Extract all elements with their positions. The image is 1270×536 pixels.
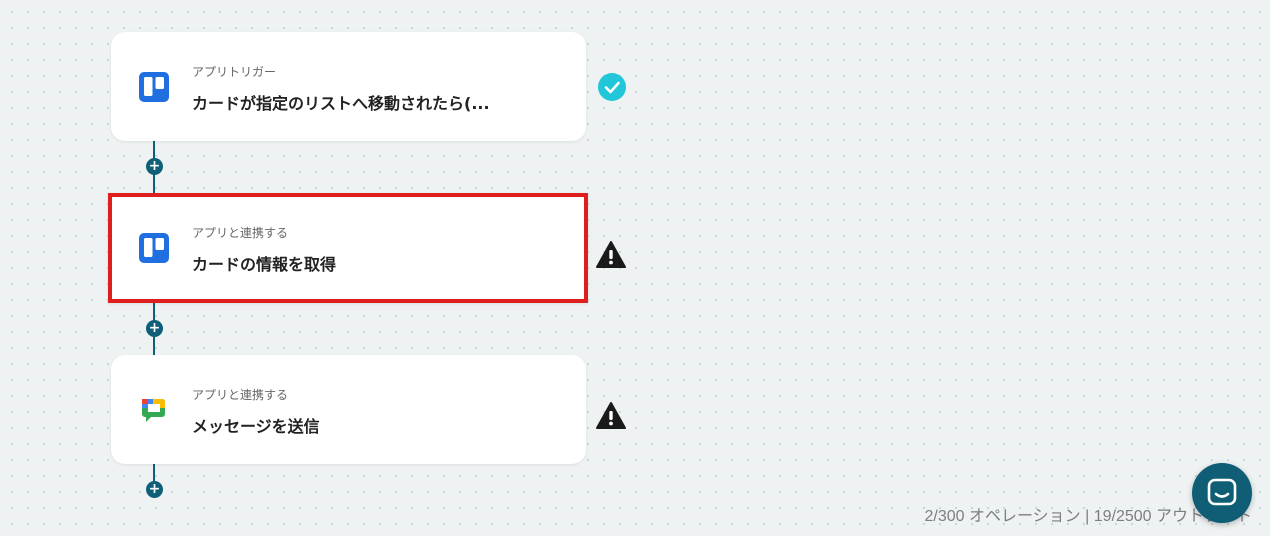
add-step-button[interactable]: +	[146, 158, 163, 175]
step-title: カードが指定のリストへ移動されたら(...	[192, 94, 490, 113]
flow-step-trigger[interactable]: アプリトリガー カードが指定のリストへ移動されたら(...	[111, 32, 586, 141]
chat-support-button[interactable]	[1192, 463, 1252, 523]
add-step-button[interactable]: +	[146, 320, 163, 337]
step-type-label: アプリと連携する	[192, 226, 289, 240]
step-title: メッセージを送信	[192, 417, 320, 436]
trello-icon	[139, 233, 169, 263]
warning-icon	[596, 402, 626, 429]
warning-icon	[596, 241, 626, 268]
chat-icon	[1207, 478, 1237, 506]
trello-icon	[139, 72, 169, 102]
step-type-label: アプリトリガー	[192, 65, 277, 79]
step-type-label: アプリと連携する	[192, 388, 289, 402]
flow-step-get-card-info[interactable]: アプリと連携する カードの情報を取得	[108, 193, 588, 303]
google-chat-icon	[142, 399, 165, 422]
check-circle-icon	[598, 73, 626, 101]
add-step-button[interactable]: +	[146, 481, 163, 498]
flow-step-send-message[interactable]: アプリと連携する メッセージを送信	[111, 355, 586, 464]
step-title: カードの情報を取得	[192, 255, 337, 274]
